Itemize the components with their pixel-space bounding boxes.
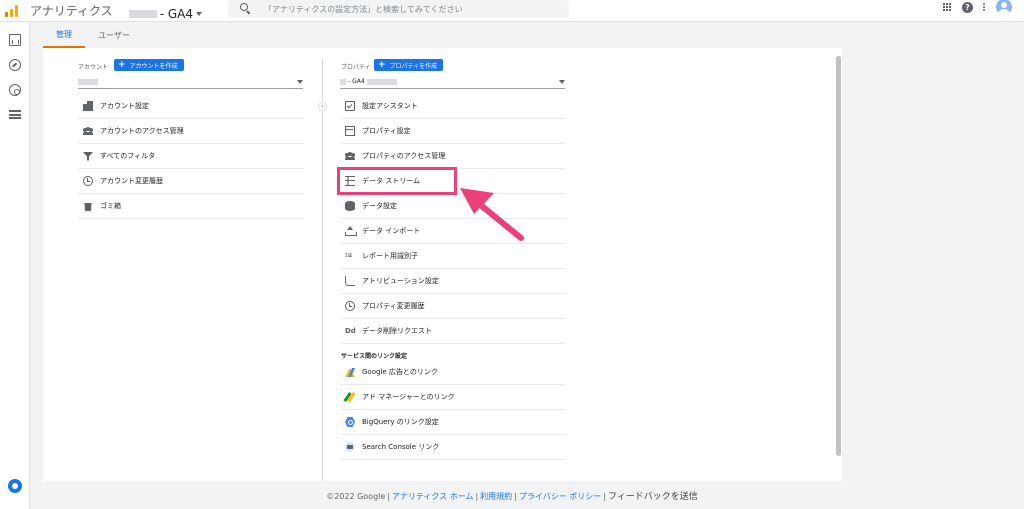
- annotation-arrow-icon: [460, 188, 524, 241]
- footer-link-terms[interactable]: 利用規約: [480, 492, 512, 501]
- footer-copyright: ©2022 Google: [326, 492, 386, 501]
- footer-link-privacy[interactable]: プライバシー ポリシー: [519, 492, 601, 501]
- footer-link-analytics-home[interactable]: アナリティクス ホーム: [392, 492, 473, 501]
- footer: ©2022 Google | アナリティクス ホーム | 利用規約 | プライバシー ポリシ…: [326, 492, 698, 502]
- feedback-button[interactable]: フィードバックを送信: [608, 492, 698, 502]
